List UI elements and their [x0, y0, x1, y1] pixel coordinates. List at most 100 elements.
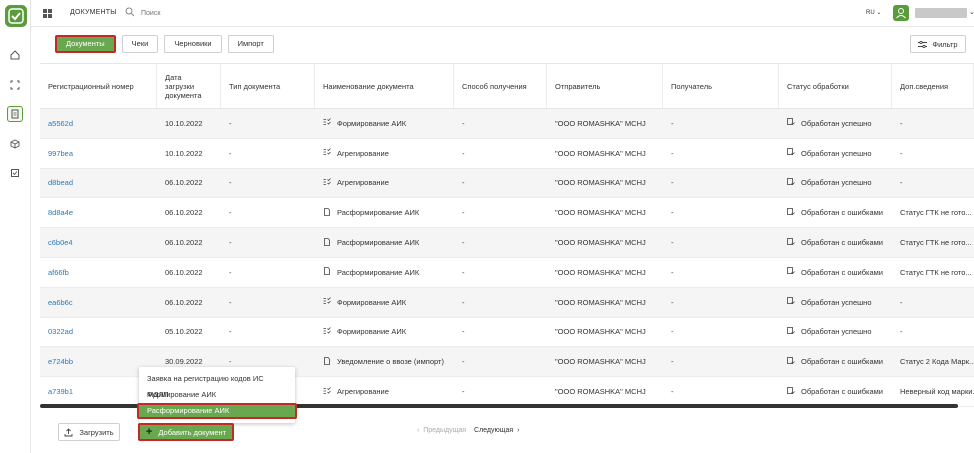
document-name: Агрегирование	[337, 178, 389, 188]
status-icon	[787, 267, 795, 277]
document-type: -	[229, 148, 232, 158]
search-input[interactable]	[141, 6, 291, 20]
upload-button[interactable]: Загрузить	[58, 423, 120, 441]
left-rail	[0, 0, 31, 453]
checklist-icon	[323, 118, 331, 128]
column-header[interactable]: Наименование документа	[315, 64, 454, 108]
column-header[interactable]: Доп.сведения	[892, 64, 974, 108]
menu-item-aik-formation[interactable]: Формирование АИК	[139, 387, 295, 403]
registration-number-link[interactable]: d8bead	[40, 169, 157, 198]
column-header[interactable]: Тип документа	[221, 64, 315, 108]
sender: "OOO ROMASHKA" MCHJ	[555, 357, 646, 367]
additional-info: -	[900, 148, 903, 158]
document-icon	[323, 356, 331, 367]
additional-info: Статус ГТК не гото...	[900, 238, 972, 248]
status-icon	[787, 207, 795, 218]
table-row[interactable]: 997bea 10.10.2022 - Агрегирование - "OOO ROMA…	[40, 139, 974, 169]
receipt-method: -	[462, 297, 465, 307]
receiver: -	[671, 357, 674, 367]
tab-drafts[interactable]: Черновики	[164, 35, 222, 53]
chevron-down-icon: ⌄	[876, 10, 882, 16]
table-row[interactable]: ea6b6c 06.10.2022 - Формирование АИК - "OOO R…	[40, 287, 974, 318]
sender: "OOO ROMASHKA" MCHJ	[555, 118, 646, 128]
document-icon	[323, 237, 331, 248]
receipt-method: -	[462, 267, 465, 277]
receiver: -	[671, 208, 674, 218]
tab-receipts[interactable]: Чеки	[121, 35, 159, 53]
additional-info: -	[900, 297, 903, 307]
menu-item-aik-disbanding[interactable]: Расформирование АИК	[137, 403, 297, 419]
document-name-cell: Расформирование АИК	[315, 228, 454, 257]
table-row[interactable]: d8bead 06.10.2022 - Агрегирование - "OOO ROMA…	[40, 168, 974, 199]
tab-import[interactable]: Импорт	[227, 35, 274, 53]
receiver: -	[671, 297, 674, 307]
pagination: ‹ Предыдущая Следующая ›	[417, 427, 519, 434]
upload-date: 06.10.2022	[165, 297, 203, 307]
upload-date: 06.10.2022	[165, 208, 203, 218]
table-row[interactable]: 8d8a4e 06.10.2022 - Расформирование АИК - "OO…	[40, 198, 974, 229]
receipt-method: -	[462, 387, 465, 397]
documents-icon[interactable]	[7, 106, 23, 122]
registration-number-link[interactable]: ea6b6c	[40, 288, 157, 317]
avatar[interactable]	[893, 5, 909, 21]
user-menu-chevron-icon[interactable]: ⌄	[969, 8, 974, 16]
table-row[interactable]: a5562d 10.10.2022 - Формирование АИК - "OOO R…	[40, 109, 974, 139]
table-row[interactable]: c6b0e4 06.10.2022 - Расформирование АИК - "OO…	[40, 228, 974, 258]
receiver: -	[671, 148, 674, 158]
language-selector[interactable]: RU ⌄	[866, 9, 881, 16]
next-page-button[interactable]: Следующая ›	[474, 427, 519, 434]
document-type: -	[229, 327, 232, 337]
column-header[interactable]: Статус обработки	[779, 64, 892, 108]
document-name-cell: Формирование АИК	[315, 109, 454, 138]
upload-date: 10.10.2022	[165, 118, 203, 128]
column-header[interactable]: Регистрационный номер	[40, 64, 157, 108]
processing-status: Обработан с ошибками	[801, 387, 883, 397]
status-cell: Обработан успешно	[779, 109, 892, 138]
checklist-icon[interactable]	[7, 165, 23, 181]
upload-date: 10.10.2022	[165, 148, 203, 158]
receipt-method: -	[462, 208, 465, 218]
registration-number-link[interactable]: c6b0e4	[40, 228, 157, 257]
registration-number-link[interactable]: 8d8a4e	[40, 198, 157, 227]
menu-item-mdlp-registration[interactable]: Заявка на регистрацию кодов ИС МДЛП	[139, 371, 295, 399]
status-icon	[787, 327, 795, 337]
document-icon	[323, 207, 331, 218]
upload-date: 05.10.2022	[165, 327, 203, 337]
registration-number-link[interactable]: 0322ad	[40, 318, 157, 347]
box-icon[interactable]	[7, 136, 23, 152]
tab-documents[interactable]: Документы	[55, 35, 116, 53]
document-type: -	[229, 267, 232, 277]
column-header[interactable]: Получатель	[663, 64, 779, 108]
status-cell: Обработан с ошибками	[779, 228, 892, 257]
receipt-method: -	[462, 357, 465, 367]
receiver: -	[671, 178, 674, 188]
status-icon	[787, 356, 795, 367]
document-name-cell: Агрегирование	[315, 169, 454, 198]
scan-icon[interactable]	[7, 77, 23, 93]
filter-icon	[918, 40, 928, 48]
app-logo[interactable]	[5, 5, 27, 27]
status-cell: Обработан успешно	[779, 318, 892, 347]
add-document-button[interactable]: + Добавить документ	[138, 423, 234, 441]
document-name: Формирование АИК	[337, 297, 407, 307]
receiver: -	[671, 118, 674, 128]
column-header[interactable]: Отправитель	[547, 64, 663, 108]
home-icon[interactable]	[7, 47, 23, 63]
sender: "OOO ROMASHKA" MCHJ	[555, 178, 646, 188]
registration-number-link[interactable]: af66fb	[40, 258, 157, 287]
user-name-redacted[interactable]	[915, 8, 967, 18]
sender: "OOO ROMASHKA" MCHJ	[555, 238, 646, 248]
additional-info: Статус ГТК не гото...	[900, 208, 972, 218]
table-row[interactable]: af66fb 06.10.2022 - Расформирование АИК - "OO…	[40, 258, 974, 288]
prev-page-button[interactable]: ‹ Предыдущая	[417, 427, 466, 434]
table-row[interactable]: 0322ad 05.10.2022 - Формирование АИК - "OOO R…	[40, 318, 974, 348]
registration-number-link[interactable]: 997bea	[40, 139, 157, 168]
processing-status: Обработан успешно	[801, 178, 872, 188]
filter-button[interactable]: Фильтр	[910, 35, 966, 53]
column-header[interactable]: Способ получения	[454, 64, 547, 108]
apps-grid-icon[interactable]	[43, 9, 52, 18]
column-header[interactable]: Дата загрузки документа	[157, 64, 221, 108]
status-icon	[787, 237, 795, 248]
registration-number-link[interactable]: a5562d	[40, 109, 157, 138]
receiver: -	[671, 327, 674, 337]
